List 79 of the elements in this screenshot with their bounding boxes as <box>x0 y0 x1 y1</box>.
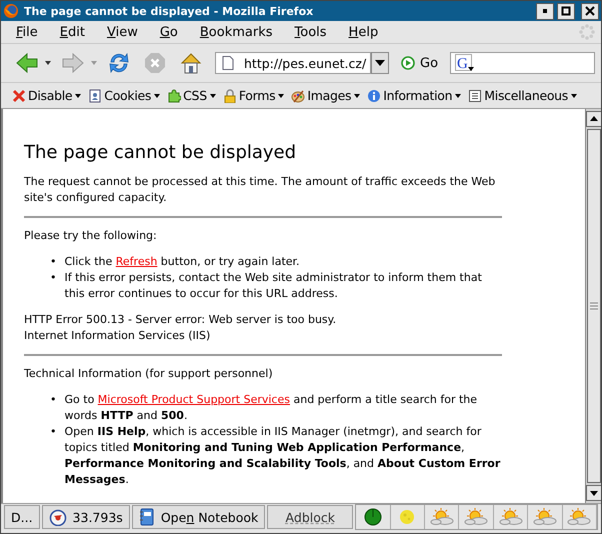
padlock-icon <box>222 88 237 102</box>
toolbar-menu-button[interactable]: Disable <box>9 88 84 103</box>
scroll-down-icon[interactable] <box>586 485 601 501</box>
caret-icon <box>571 94 578 98</box>
menu-item[interactable]: Tools <box>294 24 327 40</box>
stopwatch-icon <box>48 508 67 526</box>
menu-item[interactable]: File <box>16 24 38 40</box>
menu-item[interactable]: Bookmarks <box>200 24 273 40</box>
timer-panel: 33.793s <box>42 505 130 529</box>
menu-item[interactable]: View <box>106 24 138 40</box>
toolbar-menu-button[interactable]: Miscellaneous <box>465 88 580 103</box>
page-icon <box>222 56 234 70</box>
list-item-text: If this error persists, contact the Web site administrator to inform them that this error continues to occur for this URL address. <box>64 270 483 302</box>
bullet: • <box>50 392 56 408</box>
toolbar-menu-button[interactable]: Images <box>288 88 364 103</box>
sun-cloud-icon <box>532 508 557 526</box>
support-link[interactable]: Microsoft Product Support Services <box>98 393 290 406</box>
address-dropdown-button[interactable] <box>371 52 389 74</box>
palette-icon <box>291 88 306 102</box>
sun-cloud-icon <box>464 508 488 526</box>
throbber-icon <box>579 24 595 40</box>
notebook-icon <box>138 508 155 526</box>
caret-icon <box>375 60 385 66</box>
status-indicator-icon <box>364 508 382 526</box>
menu-item[interactable]: Edit <box>60 24 85 40</box>
firefox-logo-icon <box>3 3 19 19</box>
error-text: Internet Information Services (IIS) <box>24 328 212 344</box>
caret-icon <box>210 94 216 98</box>
list-item-text: Click the Refresh button, or try again later. <box>64 254 300 270</box>
search-field[interactable]: G <box>450 52 595 74</box>
caret-icon <box>154 94 160 98</box>
list-icon <box>468 88 482 102</box>
list-item-text: Go to Microsoft Product Support Services and perform a title search for the words HTTP and 500. <box>64 392 478 424</box>
caret-icon <box>278 94 284 98</box>
toolbar-menu-button[interactable]: CSS <box>164 88 219 103</box>
status-text: D... <box>4 505 40 529</box>
close-icon <box>585 6 595 16</box>
intro-paragraph: The request cannot be processed at this time. The amount of traffic exceeds the Web site's configured capacity. <box>24 174 496 206</box>
dropdown-caret-icon[interactable] <box>45 61 51 65</box>
adblock-button[interactable]: Adblock <box>267 505 354 529</box>
menu-item[interactable]: Go <box>160 24 178 40</box>
caret-icon <box>455 94 462 98</box>
page-heading: The page cannot be displayed <box>24 142 298 164</box>
person-card-icon <box>88 88 102 102</box>
notebook-button[interactable]: Open Notebook <box>132 505 266 529</box>
caret-icon <box>75 94 82 98</box>
sun-cloud-icon <box>567 508 592 526</box>
bullet: • <box>50 270 56 286</box>
window-title: The page cannot be displayed - Mozilla Firefox <box>24 4 314 18</box>
scroll-up-icon[interactable] <box>586 111 601 127</box>
maximize-button[interactable] <box>557 2 575 20</box>
toolbar-menu-button[interactable]: Information <box>364 88 464 103</box>
puzzle-piece-icon <box>167 88 182 102</box>
bullet: • <box>50 424 56 440</box>
play-icon <box>401 56 415 70</box>
moon-icon <box>398 508 416 526</box>
toolbar-menu-button[interactable]: Forms <box>220 88 288 103</box>
sun-cloud-icon <box>430 508 454 526</box>
scrollbar-thumb[interactable] <box>586 129 600 483</box>
menu-item[interactable]: Help <box>348 24 378 40</box>
error-text: HTTP Error 500.13 - Server error: Web server is too busy. <box>24 312 338 328</box>
bullet: • <box>50 254 56 270</box>
instructions-heading: Please try the following: <box>24 228 158 244</box>
address-field[interactable]: http://pes.eunet.cz/ <box>215 52 371 74</box>
vertical-scrollbar[interactable] <box>585 109 601 503</box>
maximize-icon <box>561 6 571 16</box>
go-button[interactable]: Go <box>397 56 442 70</box>
cross-icon <box>12 88 26 102</box>
close-button[interactable] <box>581 2 599 20</box>
refresh-link[interactable]: Refresh <box>116 255 158 268</box>
sun-cloud-icon <box>498 508 523 526</box>
caret-icon <box>354 94 360 98</box>
minimize-icon <box>540 6 550 16</box>
toolbar-menu-button[interactable]: Cookies <box>85 88 164 103</box>
search-engine-icon: G <box>455 54 476 72</box>
minimize-button[interactable] <box>536 2 554 20</box>
list-item-text: Open IIS Help, which is accessible in IIS Manager (inetmgr), and search for topics titled Monitoring and Tuning Web Application Performance, Performance Monitoring and Scalability Tools, and About Custom Error Messages. <box>64 424 502 488</box>
info-icon <box>367 88 382 102</box>
section-heading: Technical Information (for support personnel) <box>24 366 274 382</box>
